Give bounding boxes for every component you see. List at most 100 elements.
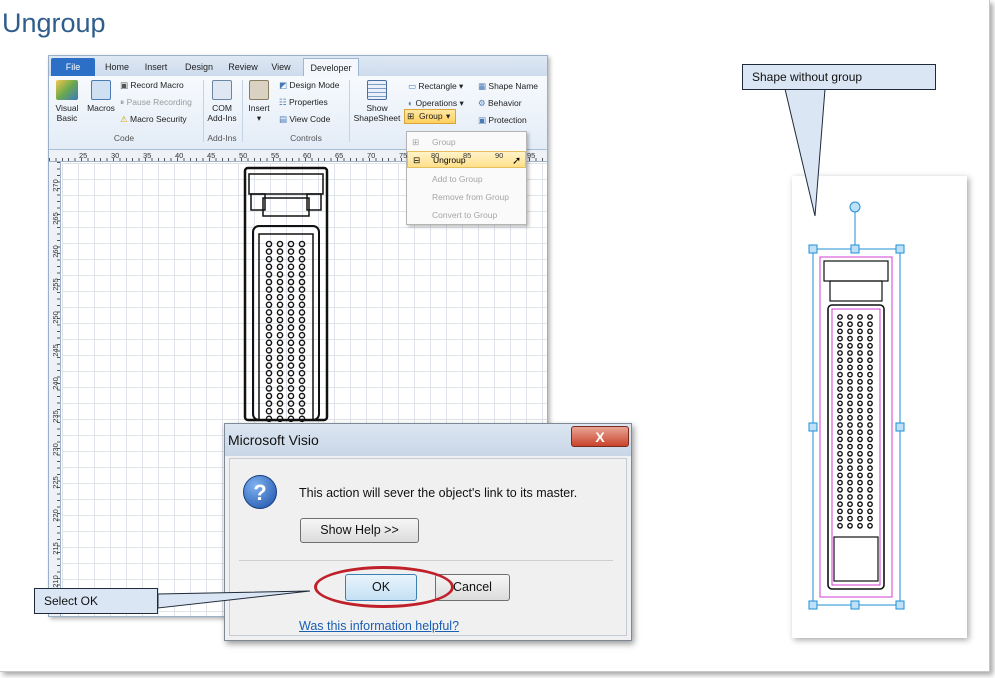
visual-basic-icon [56,80,78,100]
ruler-tick-label: 215 [50,542,60,555]
rectangle-button[interactable]: ▭ Rectangle ▾ [408,81,463,92]
operations-icon: ◐ [408,98,414,108]
close-button[interactable]: X [571,426,629,447]
ruler-tick-label: 55 [271,151,280,160]
group-dropdown-button[interactable]: ⊞ Group ▾ [404,109,456,124]
menu-item-group: ⊞ Group [407,134,526,151]
properties-button[interactable]: ☷ Properties [279,97,328,108]
shapesheet-icon [367,80,387,100]
ruler-tick-label: 210 [50,575,60,588]
group-separator [349,80,350,142]
ruler-tick-label: 250 [50,311,60,324]
callout-shape-without-group: Shape without group [742,64,936,90]
ruler-tick-label: 85 [463,151,472,160]
ruler-tick-label: 255 [50,278,60,291]
group-label-code: Code [113,133,135,143]
tab-design[interactable]: Design [181,58,217,76]
macro-security-button[interactable]: ⚠ Macro Security [120,114,187,125]
selection-handle[interactable] [850,244,860,254]
dialog-titlebar: Microsoft Visio X [225,424,631,456]
ok-highlight-ring [314,566,454,608]
tab-insert[interactable]: Insert [139,58,173,76]
ruler-tick-label: 220 [50,509,60,522]
insert-controls-icon [249,80,269,100]
tab-file[interactable]: File [51,58,95,76]
insert-control-button[interactable]: Insert ▾ [245,80,273,123]
com-addins-button[interactable]: COM Add-Ins [205,80,239,123]
show-help-button[interactable]: Show Help >> [300,518,419,543]
page-title: Ungroup [2,8,106,38]
group-label-addins: Add-Ins [207,133,237,143]
protection-button[interactable]: ▣ Protection [478,115,527,126]
pause-recording-button: ⏸ Pause Recording [120,97,192,107]
protection-icon: ▣ [478,115,487,125]
helpful-link[interactable]: Was this information helpful? [299,619,459,633]
rectangle-icon: ▭ [408,81,417,91]
tab-view[interactable]: View [267,58,295,76]
dialog-divider [239,560,613,561]
ruler-tick-label: 70 [367,151,376,160]
ruler-tick-label: 40 [175,151,184,160]
properties-icon: ☷ [279,97,287,107]
menu-item-add-to-group: Add to Group [432,174,483,184]
tab-developer[interactable]: Developer [303,58,359,76]
shape-without-group-pointer [784,88,826,217]
record-macro-button[interactable]: ▣ Record Macro [120,80,184,91]
ruler-tick-label: 225 [50,476,60,489]
selection-handle[interactable] [808,244,818,254]
group-icon: ⊞ [407,111,415,121]
selection-handle[interactable] [808,422,818,432]
mouse-cursor-icon: ➚ [512,155,522,167]
ruler-tick-label: 60 [303,151,312,160]
ruler-tick-label: 30 [111,151,120,160]
macros-icon [91,80,111,100]
design-mode-button[interactable]: ◩ Design Mode [279,80,340,91]
ruler-tick-label: 80 [431,151,440,160]
connector-pins [837,314,873,529]
selection-handle[interactable] [850,600,860,610]
ruler-tick-label: 90 [495,151,504,160]
show-shapesheet-button[interactable]: Show ShapeSheet [352,80,402,123]
rotation-handle[interactable] [849,201,861,213]
ribbon-tab-bar: File Home Insert Design Review View Deve… [49,56,547,76]
ruler-tick-label: 270 [50,179,60,192]
ungrouped-connector-shape [808,201,905,610]
ruler-tick-label: 260 [50,245,60,258]
tab-review[interactable]: Review [225,58,261,76]
tab-home[interactable]: Home [101,58,133,76]
shape-name-icon: ▦ [478,81,487,91]
menu-item-remove-from-group: Remove from Group [432,192,509,202]
selection-handle[interactable] [895,422,905,432]
behavior-button[interactable]: ⚙ Behavior [478,98,522,109]
ruler-tick-label: 230 [50,443,60,456]
view-code-icon: ▤ [279,114,288,124]
ruler-tick-label: 240 [50,377,60,390]
behavior-icon: ⚙ [478,98,486,108]
selection-handle[interactable] [808,600,818,610]
chevron-down-icon: ▾ [256,113,262,123]
com-addins-icon [212,80,232,100]
design-mode-icon: ◩ [279,80,288,90]
pause-icon: ⏸ [120,97,125,107]
ruler-tick-label: 65 [335,151,344,160]
group-separator [242,80,243,142]
connector-shape[interactable] [241,164,331,424]
record-macro-icon: ▣ [120,80,129,90]
visual-basic-button[interactable]: Visual Basic [52,80,82,123]
ruler-tick-label: 45 [207,151,216,160]
chevron-down-icon: ▾ [446,111,451,121]
ruler-tick-label: 35 [143,151,152,160]
group-icon: ⊞ [412,137,420,147]
view-code-button[interactable]: ▤ View Code [279,114,330,125]
question-icon: ? [243,475,277,509]
ruler-tick-label: 265 [50,212,60,225]
selection-handle[interactable] [895,244,905,254]
dialog-title: Microsoft Visio [228,432,319,448]
ungroup-icon: ⊟ [413,155,421,165]
ruler-tick-label: 245 [50,344,60,357]
macros-button[interactable]: Macros [85,80,117,113]
shape-name-button[interactable]: ▦ Shape Name [478,81,538,92]
operations-button[interactable]: ◐ Operations ▾ [408,98,464,109]
callout-select-ok: Select OK [34,588,158,614]
selection-handle[interactable] [895,600,905,610]
